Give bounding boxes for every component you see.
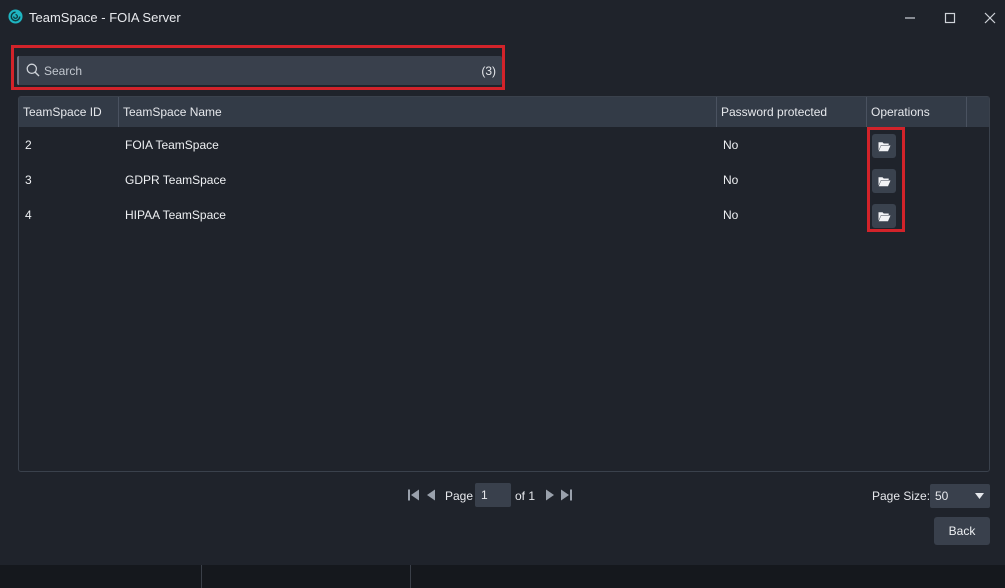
- cell-password-protected: No: [723, 173, 739, 187]
- column-header-password[interactable]: Password protected: [717, 97, 867, 127]
- cell-name: FOIA TeamSpace: [125, 138, 219, 152]
- table-row[interactable]: 4 HIPAA TeamSpace No: [19, 198, 989, 233]
- previous-page-icon[interactable]: [424, 488, 438, 502]
- page-size-dropdown[interactable]: 50: [930, 484, 990, 508]
- search-input[interactable]: [44, 56, 444, 85]
- cell-password-protected: No: [723, 138, 739, 152]
- close-icon: [984, 12, 996, 24]
- title-bar: TeamSpace - FOIA Server: [0, 0, 1005, 34]
- cell-id: 2: [25, 138, 32, 152]
- minimize-icon: [905, 17, 915, 19]
- page-size-label: Page Size:: [872, 489, 931, 503]
- back-button[interactable]: Back: [934, 517, 990, 545]
- column-header-operations[interactable]: Operations: [867, 97, 967, 127]
- teamspace-table: TeamSpace ID TeamSpace Name Password pro…: [18, 96, 990, 472]
- window-title: TeamSpace - FOIA Server: [29, 10, 181, 25]
- cell-id: 4: [25, 208, 32, 222]
- minimize-button[interactable]: [896, 7, 924, 27]
- page-size-value: 50: [935, 489, 949, 503]
- close-button[interactable]: [976, 7, 1004, 27]
- page-label: Page: [445, 489, 474, 503]
- cell-name: HIPAA TeamSpace: [125, 208, 226, 222]
- column-header-id[interactable]: TeamSpace ID: [19, 97, 119, 127]
- first-page-icon[interactable]: [407, 488, 421, 502]
- maximize-button[interactable]: [936, 7, 964, 27]
- last-page-icon[interactable]: [559, 488, 573, 502]
- teamspace-logo-icon: [8, 9, 23, 24]
- taskbar-divider: [410, 565, 411, 588]
- maximize-icon: [944, 12, 956, 23]
- table-header: TeamSpace ID TeamSpace Name Password pro…: [19, 97, 989, 127]
- search-icon: [26, 63, 40, 77]
- chevron-down-icon: [975, 493, 984, 499]
- page-number-input[interactable]: [475, 483, 511, 507]
- taskbar-divider: [201, 565, 202, 588]
- table-row[interactable]: 3 GDPR TeamSpace No: [19, 163, 989, 198]
- column-header-name[interactable]: TeamSpace Name: [119, 97, 717, 127]
- search-box[interactable]: (3): [17, 56, 502, 85]
- cell-id: 3: [25, 173, 32, 187]
- cell-password-protected: No: [723, 208, 739, 222]
- next-page-icon[interactable]: [543, 488, 557, 502]
- taskbar: [0, 565, 1005, 588]
- page-of-label: of 1: [515, 489, 536, 503]
- operations-highlight-frame: [867, 127, 905, 232]
- cell-name: GDPR TeamSpace: [125, 173, 227, 187]
- table-row[interactable]: 2 FOIA TeamSpace No: [19, 128, 989, 163]
- search-result-count: (3): [481, 64, 496, 78]
